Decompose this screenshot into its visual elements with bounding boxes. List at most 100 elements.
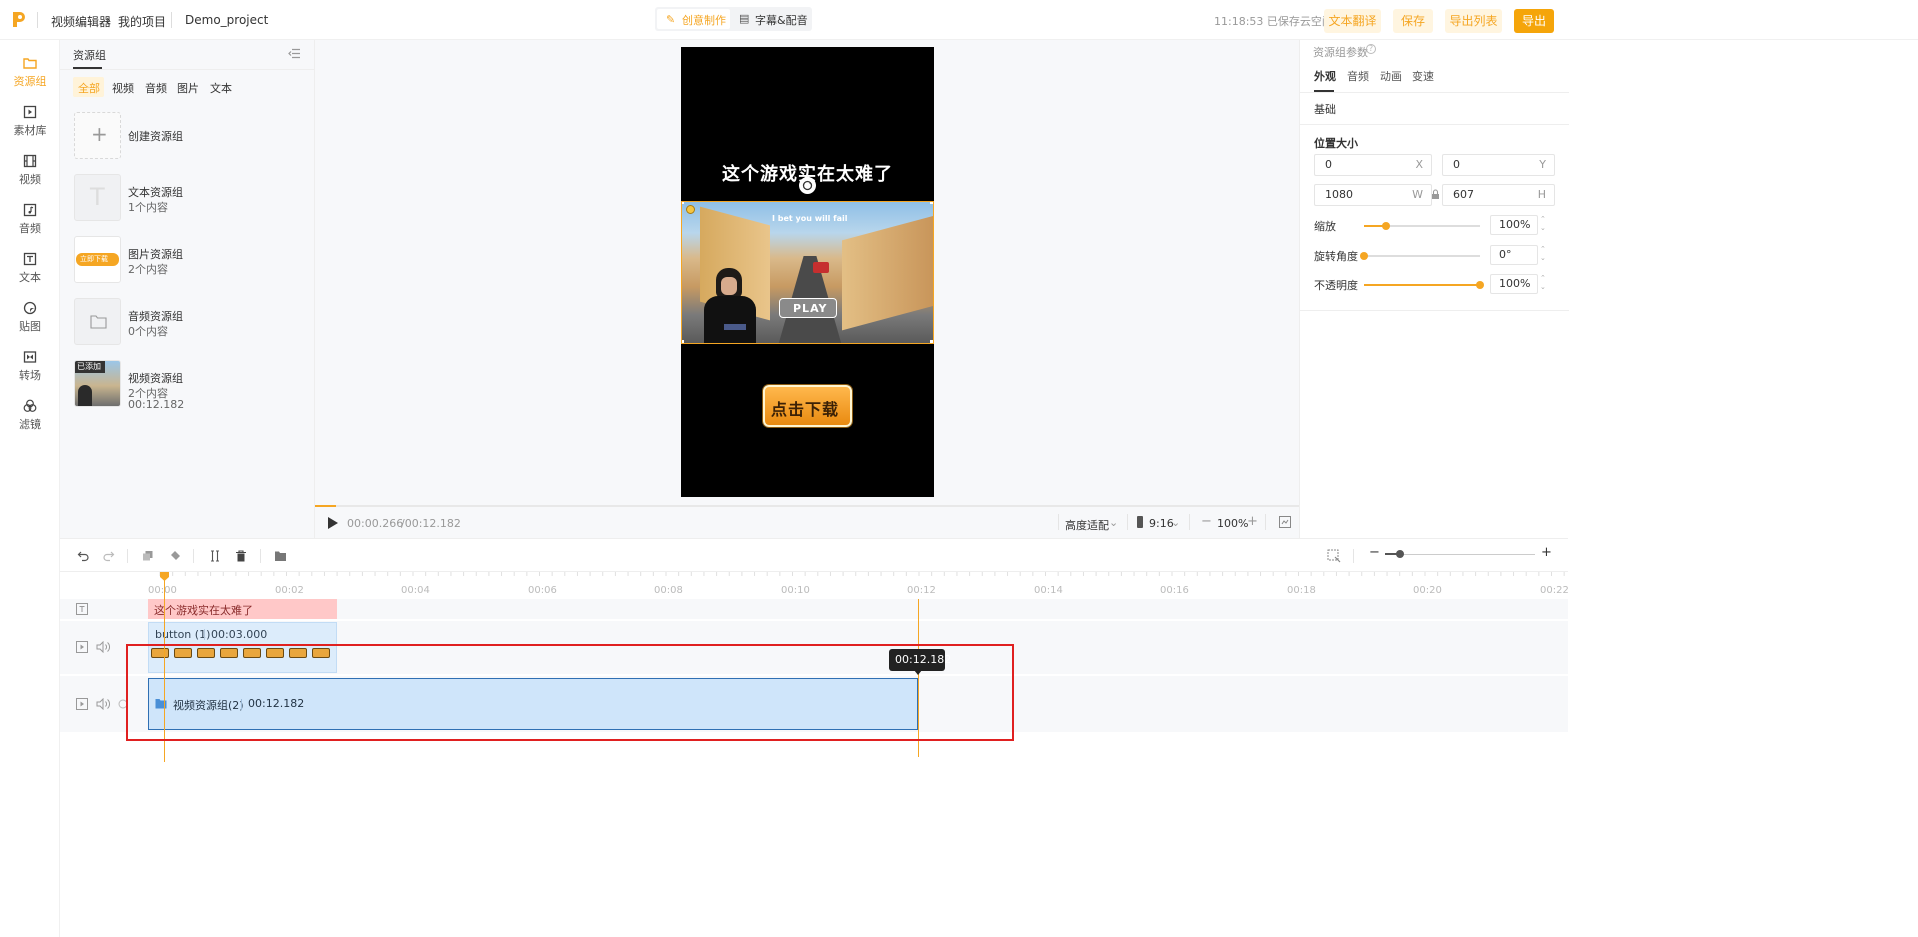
timeline-zoom-out[interactable]: − — [1369, 545, 1380, 560]
zoom-value: 100% — [1217, 517, 1249, 530]
resize-handle[interactable] — [930, 202, 933, 204]
resize-handle[interactable] — [682, 340, 684, 343]
paint-icon[interactable] — [169, 550, 181, 562]
filter-all[interactable]: 全部 — [73, 77, 104, 97]
opacity-input[interactable]: 100% — [1490, 274, 1538, 294]
rail-item-transition[interactable]: 转场 — [0, 341, 60, 391]
height-field[interactable]: 607 H — [1442, 184, 1555, 206]
game-play-button[interactable]: PLAY — [779, 298, 837, 318]
tab-creative[interactable]: ✎ 创意制作 — [657, 9, 730, 29]
filter-text[interactable]: 文本 — [210, 80, 232, 96]
ratio-select[interactable]: 9:16 — [1149, 517, 1174, 530]
play-square-icon — [22, 104, 38, 120]
rail-item-sticker[interactable]: 贴图 — [0, 292, 60, 342]
timeline: − + 00:00 00:02 00:04 00:06 00:08 00:10 … — [60, 538, 1569, 937]
create-resource-group[interactable]: + 创建资源组 — [74, 112, 304, 160]
tab-audio[interactable]: 音频 — [1347, 68, 1369, 84]
help-icon[interactable]: ? — [1366, 44, 1376, 54]
folder-icon — [90, 314, 107, 329]
progress-fill — [315, 505, 336, 507]
breadcrumb-editor[interactable]: 视频编辑器 — [51, 13, 111, 30]
rotate-handle-icon[interactable] — [799, 177, 816, 194]
rail-item-resource-group[interactable]: 资源组 — [0, 47, 60, 97]
list-item-audio-group[interactable]: 音频资源组 0个内容 — [74, 298, 304, 346]
timeline-zoom-in[interactable]: + — [1541, 545, 1552, 560]
game-video-frame[interactable]: I bet you will fail PLAY — [681, 201, 934, 344]
fit-select[interactable]: 高度适配 — [1065, 517, 1109, 533]
lock-ratio-icon[interactable] — [1431, 189, 1440, 200]
x-field[interactable]: 0 X — [1314, 154, 1432, 176]
split-icon[interactable] — [209, 550, 221, 562]
resize-handle[interactable] — [682, 202, 684, 204]
copy-icon[interactable] — [142, 550, 154, 562]
stepper-icon[interactable]: ⌃ ⌄ — [1540, 215, 1546, 233]
zoom-in-button[interactable]: + — [1247, 514, 1258, 529]
stepper-icon[interactable]: ⌃ ⌄ — [1540, 245, 1546, 263]
chevron-down-icon: ⌄ — [1109, 516, 1119, 529]
delete-icon[interactable] — [235, 550, 247, 562]
divider — [1189, 514, 1190, 530]
undo-icon[interactable] — [77, 550, 89, 562]
project-name[interactable]: Demo_project — [185, 13, 268, 27]
rail-item-library[interactable]: 素材库 — [0, 96, 60, 146]
rotate-slider-handle[interactable] — [1360, 252, 1368, 260]
export-button[interactable]: 导出 — [1514, 9, 1554, 33]
timeline-zoom-handle[interactable] — [1396, 550, 1404, 558]
stepper-icon[interactable]: ⌃ ⌄ — [1540, 274, 1546, 292]
button-clip-duration: 00:03.000 — [211, 628, 268, 641]
redo-icon[interactable] — [103, 550, 115, 562]
list-item-image-group[interactable]: 立即下载 图片资源组 2个内容 — [74, 236, 304, 284]
rotate-track[interactable] — [1364, 255, 1480, 257]
volume-icon[interactable] — [96, 698, 110, 710]
text-clip[interactable]: 这个游戏实在太难了 — [148, 599, 337, 619]
app-logo[interactable] — [12, 11, 26, 28]
video-canvas[interactable]: 这个游戏实在太难了 I bet you will fail PLAY 点击下载 — [681, 47, 934, 497]
h-value: 607 — [1453, 188, 1474, 201]
save-button[interactable]: 保存 — [1393, 9, 1433, 33]
list-item-video-group[interactable]: 已添加 视频资源组 2个内容 00:12.182 — [74, 360, 304, 411]
play-button[interactable] — [327, 516, 339, 530]
collapse-panel-icon[interactable] — [288, 48, 301, 59]
rotate-input[interactable]: 0° — [1490, 245, 1538, 265]
tab-subtitle[interactable]: ▤ 字幕&配音 — [733, 9, 810, 29]
group-folder-icon[interactable] — [274, 550, 287, 562]
rail-item-audio[interactable]: 音频 — [0, 194, 60, 244]
selection-highlight — [126, 644, 1014, 741]
fullscreen-icon[interactable] — [1279, 516, 1291, 528]
tab-appearance[interactable]: 外观 — [1314, 68, 1336, 84]
resize-handle[interactable] — [930, 340, 933, 343]
translate-button[interactable]: 文本翻译 — [1324, 9, 1381, 33]
volume-icon[interactable] — [96, 641, 110, 653]
sticker-icon — [22, 300, 38, 316]
filter-image[interactable]: 图片 — [177, 80, 199, 96]
tab-animation[interactable]: 动画 — [1380, 68, 1402, 84]
scale-row: 缩放 100% ⌃ ⌄ — [1300, 214, 1569, 236]
download-cta-button[interactable]: 点击下载 — [763, 385, 852, 427]
tab-subtitle-label: 字幕&配音 — [755, 14, 808, 27]
divider — [171, 12, 172, 28]
rail-item-video[interactable]: 视频 — [0, 145, 60, 195]
breadcrumb-projects[interactable]: 我的项目 — [118, 13, 166, 30]
chevron-right-icon: › — [106, 13, 111, 27]
progress-track[interactable] — [315, 505, 1299, 507]
zoom-out-button[interactable]: − — [1201, 514, 1212, 529]
rail-item-filter[interactable]: 滤镜 — [0, 390, 60, 440]
tab-speed[interactable]: 变速 — [1412, 68, 1434, 84]
rail-label: 滤镜 — [19, 418, 41, 431]
timeline-zoom-track[interactable] — [1385, 554, 1535, 555]
width-field[interactable]: 1080 W — [1314, 184, 1432, 206]
filter-video[interactable]: 视频 — [112, 80, 134, 96]
audio-thumb — [74, 298, 121, 345]
y-field[interactable]: 0 Y — [1442, 154, 1555, 176]
opacity-slider-handle[interactable] — [1476, 281, 1484, 289]
time-current: 00:00.266 — [347, 517, 404, 530]
export-list-button[interactable]: 导出列表 — [1445, 9, 1502, 33]
snap-icon[interactable] — [1327, 549, 1341, 563]
resource-title: 图片资源组 — [128, 248, 183, 261]
rail-item-text[interactable]: 文本 — [0, 243, 60, 293]
list-item-text-group[interactable]: T 文本资源组 1个内容 — [74, 174, 304, 222]
filter-audio[interactable]: 音频 — [145, 80, 167, 96]
scale-slider-handle[interactable] — [1382, 222, 1391, 230]
scale-input[interactable]: 100% — [1490, 215, 1538, 235]
resource-count: 0个内容 — [128, 325, 168, 338]
